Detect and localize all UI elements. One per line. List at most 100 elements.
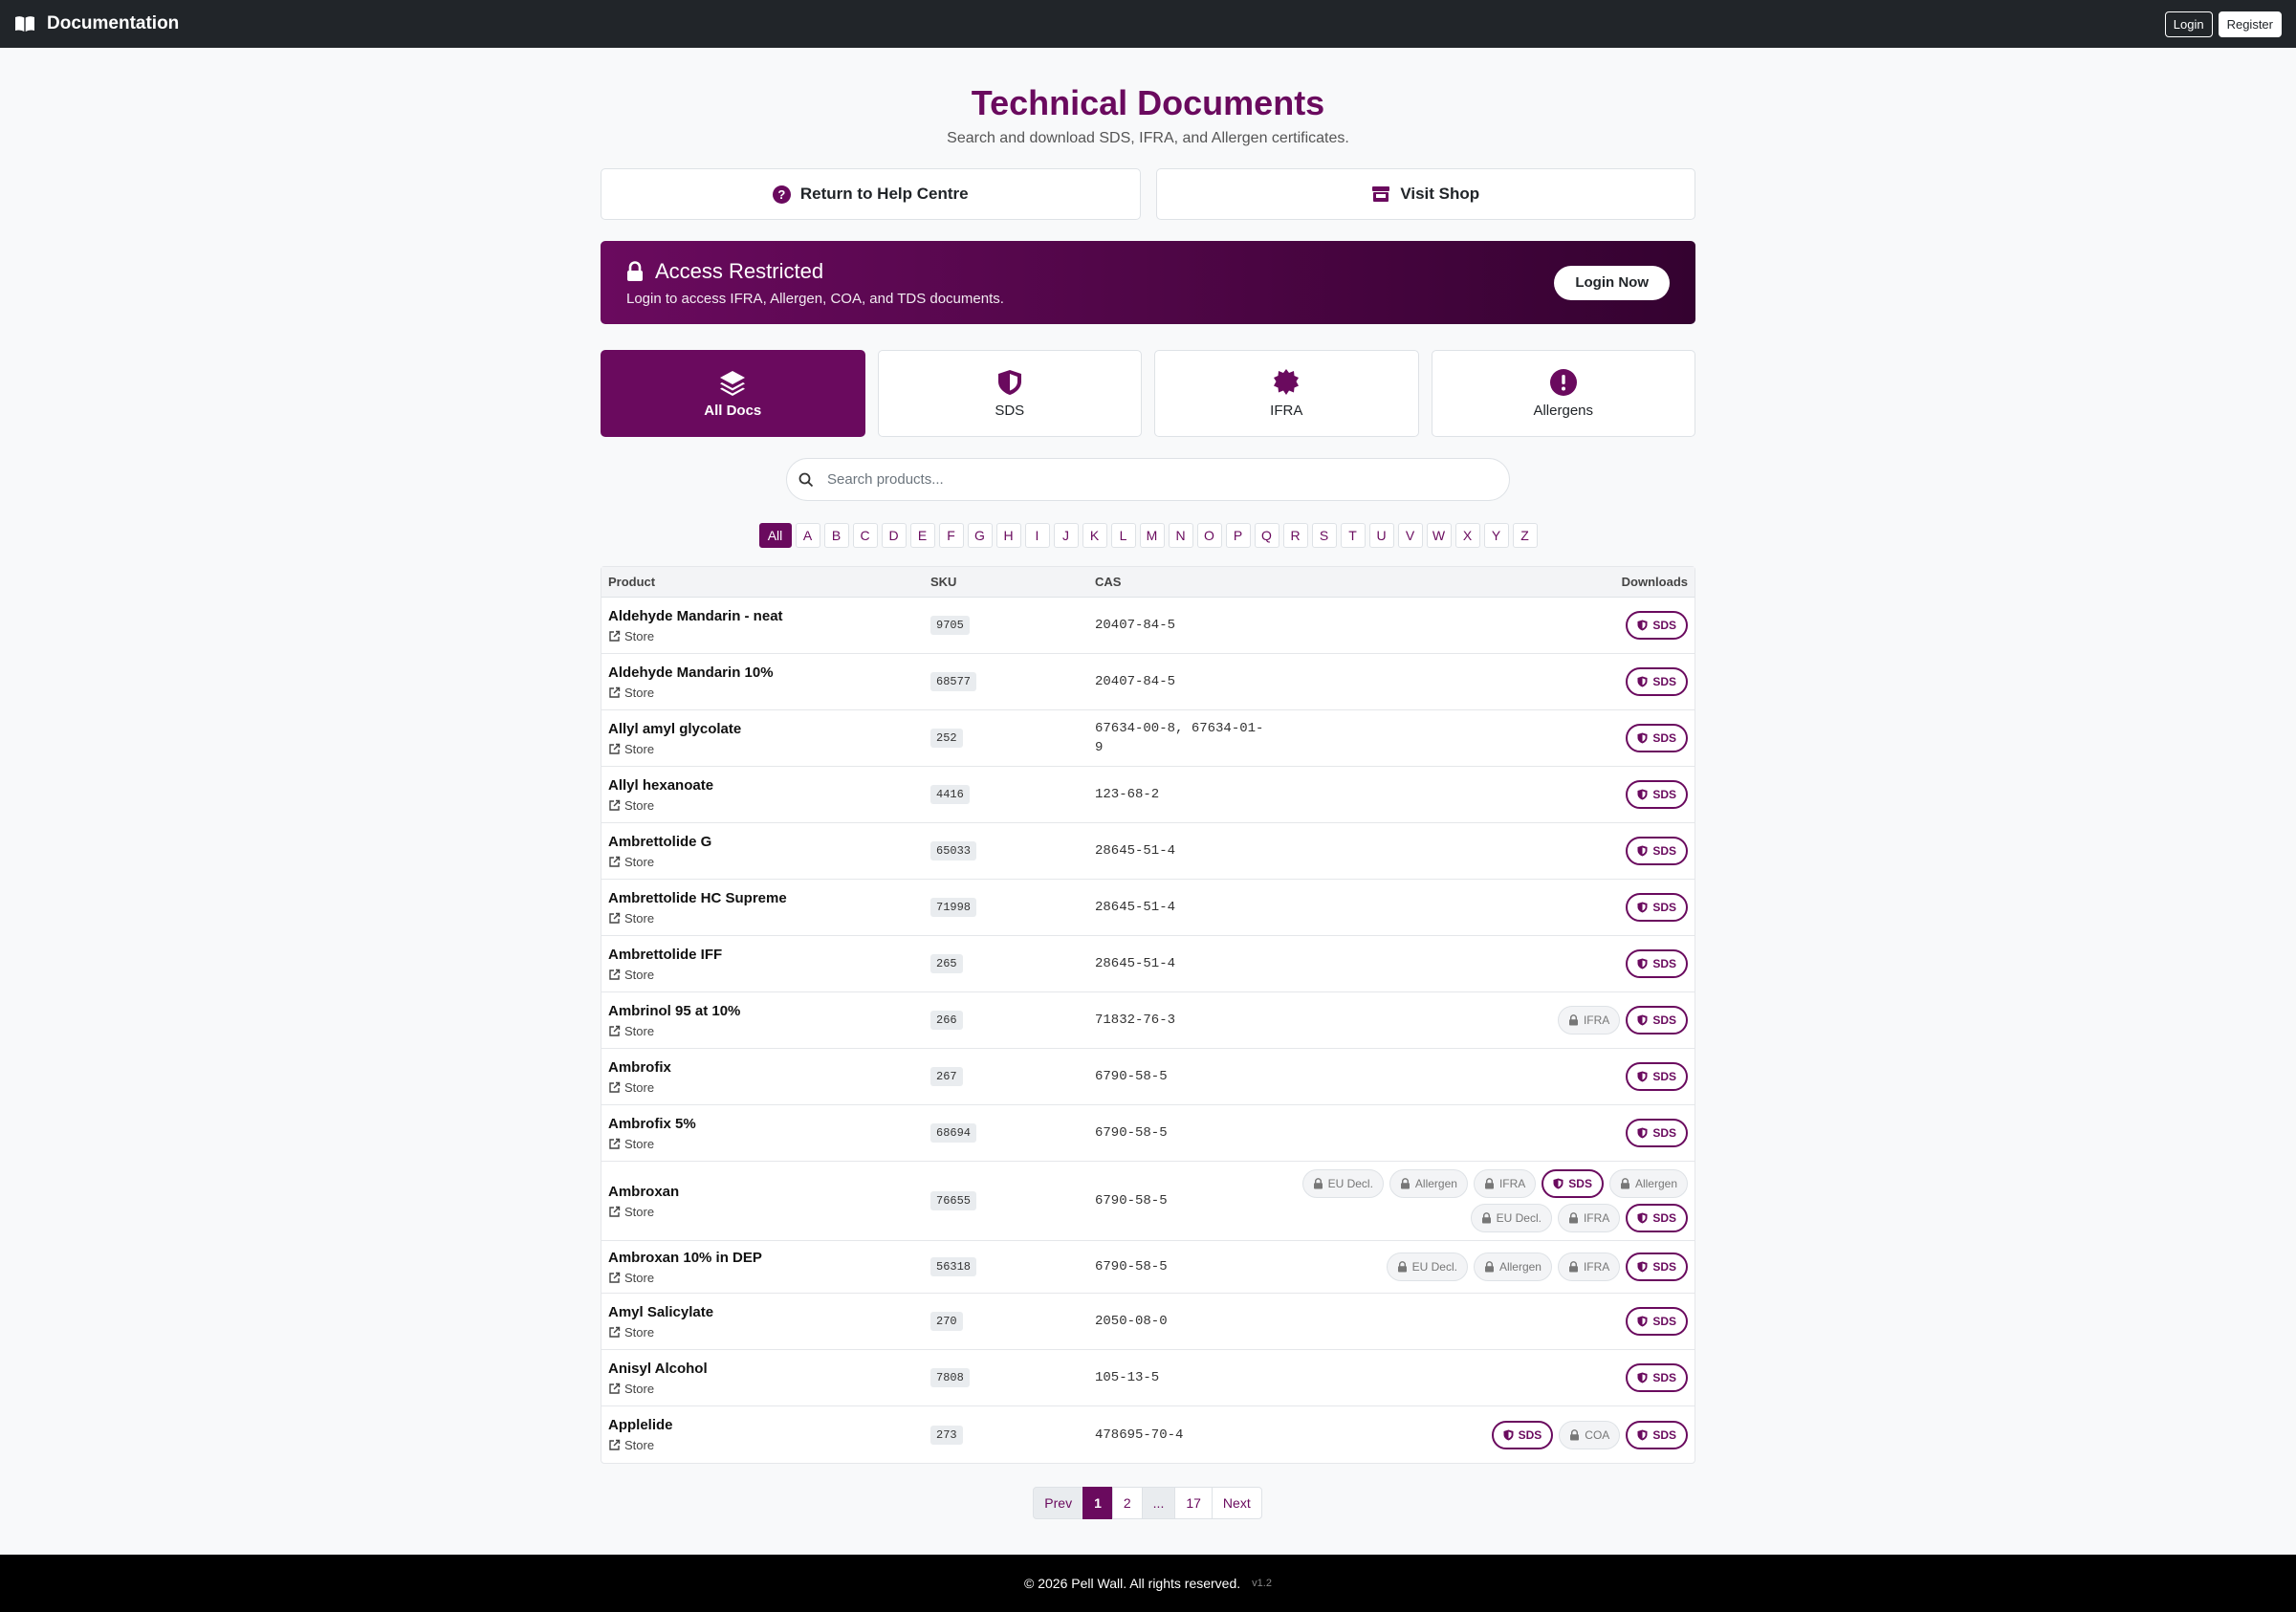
sds-download-button[interactable]: SDS bbox=[1542, 1169, 1604, 1198]
visit-shop-button[interactable]: Visit Shop bbox=[1155, 168, 1695, 220]
product-name[interactable]: Ambrofix bbox=[608, 1059, 930, 1076]
brand[interactable]: Documentation bbox=[14, 13, 179, 34]
tab-all-docs[interactable]: All Docs bbox=[601, 350, 865, 437]
product-name[interactable]: Aldehyde Mandarin - neat bbox=[608, 608, 930, 624]
alpha-filter-w[interactable]: W bbox=[1426, 523, 1452, 548]
alpha-filter-j[interactable]: J bbox=[1053, 523, 1079, 548]
locked-ifra-badge: IFRA bbox=[1473, 1169, 1537, 1198]
alpha-filter-d[interactable]: D bbox=[881, 523, 907, 548]
product-name[interactable]: Ambrettolide G bbox=[608, 834, 930, 850]
alpha-filter-i[interactable]: I bbox=[1024, 523, 1050, 548]
alpha-filter-m[interactable]: M bbox=[1139, 523, 1165, 548]
return-help-centre-button[interactable]: ? Return to Help Centre bbox=[601, 168, 1141, 220]
register-button[interactable]: Register bbox=[2218, 11, 2282, 37]
product-name[interactable]: Ambroxan 10% in DEP bbox=[608, 1250, 930, 1266]
external-link-icon bbox=[609, 630, 621, 642]
store-link[interactable]: Store bbox=[608, 1271, 930, 1285]
page-2-button[interactable]: 2 bbox=[1111, 1487, 1143, 1519]
alpha-filter-k[interactable]: K bbox=[1082, 523, 1107, 548]
product-name[interactable]: Anisyl Alcohol bbox=[608, 1361, 930, 1377]
alpha-filter-o[interactable]: O bbox=[1196, 523, 1222, 548]
alpha-filter-p[interactable]: P bbox=[1225, 523, 1251, 548]
alpha-filter-n[interactable]: N bbox=[1168, 523, 1193, 548]
store-link[interactable]: Store bbox=[608, 1024, 930, 1038]
store-link[interactable]: Store bbox=[608, 686, 930, 700]
alpha-filter-s[interactable]: S bbox=[1311, 523, 1337, 548]
alpha-filter-e[interactable]: E bbox=[909, 523, 935, 548]
product-name[interactable]: Ambrofix 5% bbox=[608, 1116, 930, 1132]
product-name[interactable]: Allyl amyl glycolate bbox=[608, 721, 930, 737]
sds-download-button[interactable]: SDS bbox=[1626, 611, 1688, 640]
store-link[interactable]: Store bbox=[608, 742, 930, 756]
alpha-filter-f[interactable]: F bbox=[938, 523, 964, 548]
alpha-filter-h[interactable]: H bbox=[995, 523, 1021, 548]
store-link[interactable]: Store bbox=[608, 1080, 930, 1095]
alpha-filter-b[interactable]: B bbox=[823, 523, 849, 548]
alpha-filter-a[interactable]: A bbox=[795, 523, 820, 548]
sds-download-button[interactable]: SDS bbox=[1626, 893, 1688, 922]
sds-download-button[interactable]: SDS bbox=[1491, 1420, 1554, 1449]
product-name[interactable]: Allyl hexanoate bbox=[608, 777, 930, 794]
product-name[interactable]: Ambrinol 95 at 10% bbox=[608, 1003, 930, 1019]
store-link[interactable]: Store bbox=[608, 1205, 930, 1219]
prev-page-button[interactable]: Prev bbox=[1033, 1487, 1084, 1519]
sds-download-button[interactable]: SDS bbox=[1626, 667, 1688, 696]
alpha-filter-x[interactable]: X bbox=[1454, 523, 1480, 548]
alpha-filter-y[interactable]: Y bbox=[1483, 523, 1509, 548]
store-link[interactable]: Store bbox=[608, 798, 930, 813]
alpha-filter-z[interactable]: Z bbox=[1512, 523, 1538, 548]
sds-download-button[interactable]: SDS bbox=[1626, 837, 1688, 865]
store-link[interactable]: Store bbox=[608, 855, 930, 869]
login-now-button[interactable]: Login Now bbox=[1554, 265, 1670, 300]
alpha-filter-u[interactable]: U bbox=[1368, 523, 1394, 548]
cas-number: 28645-51-4 bbox=[1095, 900, 1176, 915]
alpha-filter-q[interactable]: Q bbox=[1254, 523, 1279, 548]
alpha-filter-v[interactable]: V bbox=[1397, 523, 1423, 548]
sds-download-button[interactable]: SDS bbox=[1626, 780, 1688, 809]
store-link[interactable]: Store bbox=[608, 1137, 930, 1151]
alpha-filter-g[interactable]: G bbox=[967, 523, 993, 548]
page-1-button[interactable]: 1 bbox=[1082, 1487, 1113, 1519]
alpha-filter-t[interactable]: T bbox=[1340, 523, 1366, 548]
tab-ifra[interactable]: IFRA bbox=[1154, 350, 1419, 437]
store-link[interactable]: Store bbox=[608, 968, 930, 982]
product-name[interactable]: Aldehyde Mandarin 10% bbox=[608, 664, 930, 681]
sku-badge: 65033 bbox=[930, 841, 977, 860]
store-link[interactable]: Store bbox=[608, 629, 930, 643]
alpha-filter-r[interactable]: R bbox=[1282, 523, 1308, 548]
product-name[interactable]: Amyl Salicylate bbox=[608, 1304, 930, 1320]
sds-download-button[interactable]: SDS bbox=[1626, 1006, 1688, 1035]
exclamation-icon bbox=[1549, 369, 1577, 396]
login-button[interactable]: Login bbox=[2164, 11, 2213, 37]
sds-download-button[interactable]: SDS bbox=[1626, 724, 1688, 752]
store-link[interactable]: Store bbox=[608, 911, 930, 926]
sds-download-button[interactable]: SDS bbox=[1626, 1363, 1688, 1392]
sds-download-button[interactable]: SDS bbox=[1626, 1062, 1688, 1091]
sds-download-button[interactable]: SDS bbox=[1626, 1204, 1688, 1232]
product-name[interactable]: Ambrettolide HC Supreme bbox=[608, 890, 930, 906]
sds-download-button[interactable]: SDS bbox=[1626, 1253, 1688, 1281]
sds-download-button[interactable]: SDS bbox=[1626, 1119, 1688, 1147]
alpha-filter-c[interactable]: C bbox=[852, 523, 878, 548]
page-17-button[interactable]: 17 bbox=[1174, 1487, 1213, 1519]
book-open-icon bbox=[15, 16, 34, 32]
search-input[interactable] bbox=[827, 471, 1477, 488]
next-page-button[interactable]: Next bbox=[1211, 1487, 1262, 1519]
alpha-filter-all[interactable]: All bbox=[758, 523, 792, 548]
sds-download-button[interactable]: SDS bbox=[1626, 949, 1688, 978]
store-link[interactable]: Store bbox=[608, 1382, 930, 1396]
certificate-icon bbox=[1274, 369, 1300, 395]
tab-sds[interactable]: SDS bbox=[877, 350, 1142, 437]
product-name[interactable]: Ambroxan bbox=[608, 1184, 930, 1200]
product-name[interactable]: Ambrettolide IFF bbox=[608, 947, 930, 963]
download-label: SDS bbox=[1568, 1177, 1592, 1190]
tab-allergens[interactable]: Allergens bbox=[1431, 350, 1695, 437]
sku-badge: 267 bbox=[930, 1067, 963, 1086]
store-link[interactable]: Store bbox=[608, 1325, 930, 1340]
sds-download-button[interactable]: SDS bbox=[1626, 1307, 1688, 1336]
product-name[interactable]: Applelide bbox=[608, 1417, 930, 1433]
sds-download-button[interactable]: SDS bbox=[1626, 1420, 1688, 1449]
download-label: SDS bbox=[1652, 1070, 1676, 1083]
alpha-filter-l[interactable]: L bbox=[1110, 523, 1136, 548]
store-link[interactable]: Store bbox=[608, 1438, 930, 1452]
